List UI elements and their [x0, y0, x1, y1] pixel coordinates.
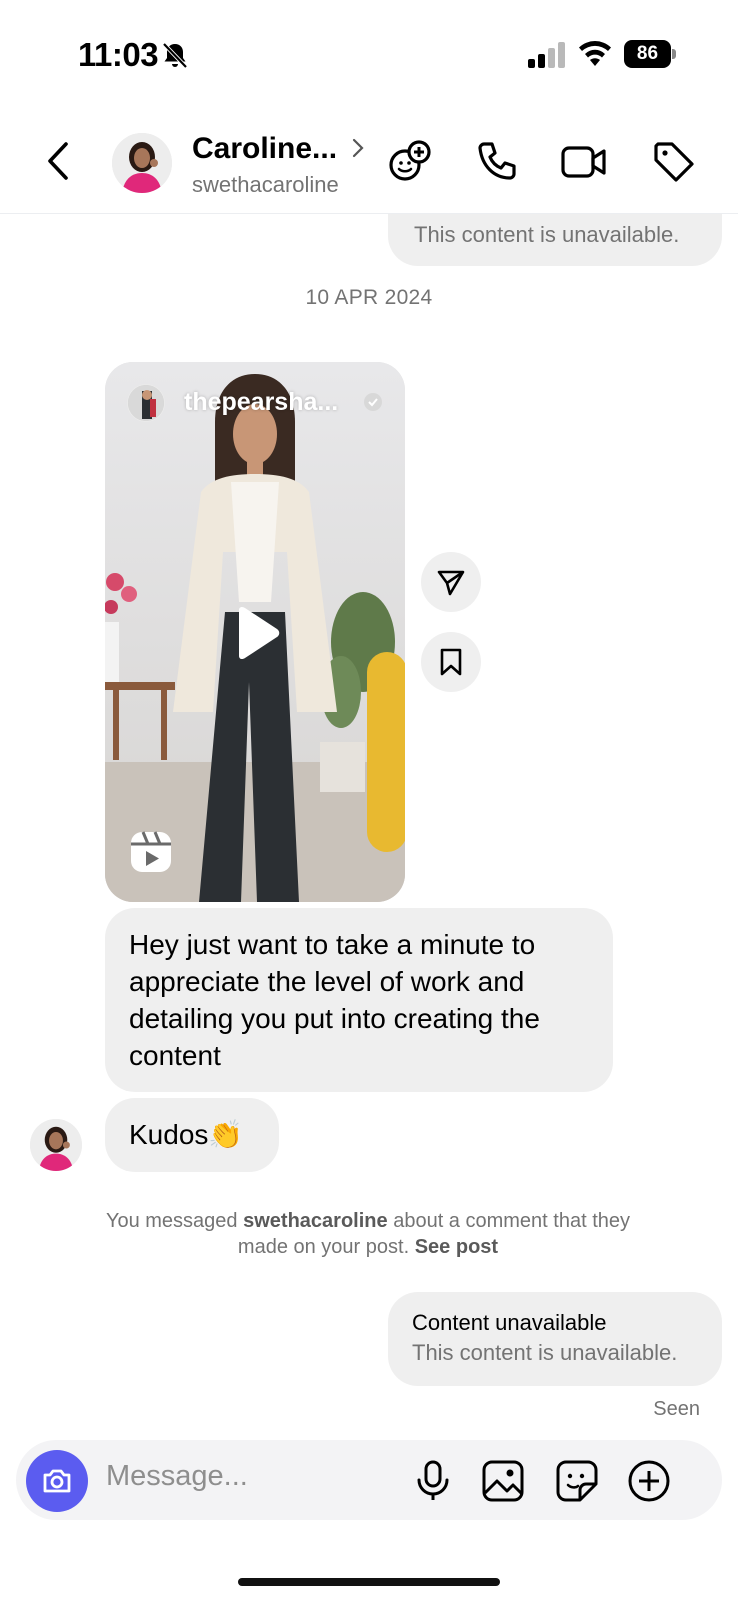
- outgoing-message-partial[interactable]: This content is unavailable.: [388, 214, 722, 266]
- comment-reply-notice: You messaged swethacaroline about a comm…: [90, 1208, 646, 1260]
- status-bar: 11:03 86: [0, 0, 738, 100]
- sticker-icon[interactable]: [554, 1458, 600, 1504]
- wifi-icon: [579, 41, 611, 66]
- reels-icon: [131, 831, 171, 872]
- signal-icon: [528, 42, 565, 68]
- verified-badge-icon: [364, 393, 382, 411]
- gallery-icon[interactable]: [480, 1458, 526, 1504]
- mic-icon[interactable]: [410, 1458, 456, 1504]
- add-effect-icon[interactable]: [386, 138, 434, 186]
- chat-header: Caroline... swethacaroline: [0, 118, 738, 214]
- message-composer: Message...: [16, 1440, 722, 1520]
- back-icon[interactable]: [40, 138, 80, 184]
- chat-thread[interactable]: This content is unavailable. 10 APR 2024: [0, 214, 738, 1440]
- battery-level: 86: [624, 40, 671, 68]
- share-reel-button[interactable]: [421, 552, 481, 612]
- camera-button[interactable]: [26, 1450, 88, 1512]
- battery-indicator: 86: [624, 40, 676, 68]
- save-reel-button[interactable]: [421, 632, 481, 692]
- notice-username[interactable]: swethacaroline: [243, 1210, 388, 1232]
- send-icon: [437, 570, 465, 596]
- home-indicator[interactable]: [238, 1578, 500, 1586]
- bell-off-icon: [162, 42, 188, 69]
- contact-handle[interactable]: swethacaroline: [192, 172, 339, 198]
- date-separator: 10 APR 2024: [305, 286, 433, 309]
- bookmark-icon: [440, 648, 462, 676]
- unavailable-text: This content is unavailable.: [414, 222, 680, 247]
- see-post-link[interactable]: See post: [415, 1236, 498, 1258]
- video-icon[interactable]: [560, 138, 608, 186]
- camera-icon: [43, 1469, 71, 1493]
- outgoing-message[interactable]: Content unavailable This content is unav…: [388, 1292, 722, 1386]
- content-unavailable-title: Content unavailable: [412, 1310, 607, 1335]
- chevron-right-icon[interactable]: [350, 136, 366, 160]
- seen-status: Seen: [653, 1398, 700, 1420]
- incoming-message[interactable]: Hey just want to take a minute to apprec…: [105, 908, 613, 1092]
- play-icon[interactable]: [231, 606, 281, 660]
- tag-icon[interactable]: [650, 138, 698, 186]
- message-input[interactable]: Message...: [106, 1460, 248, 1493]
- incoming-message-kudos[interactable]: Kudos👏: [105, 1098, 279, 1172]
- notice-prefix: You messaged: [105, 1210, 238, 1232]
- shared-reel[interactable]: thepearsha...: [105, 362, 405, 902]
- reel-author-avatar[interactable]: [127, 384, 165, 422]
- content-unavailable-subtitle: This content is unavailable.: [412, 1340, 678, 1365]
- plus-circle-icon[interactable]: [626, 1458, 672, 1504]
- sender-avatar[interactable]: [30, 1119, 82, 1171]
- phone-icon[interactable]: [474, 138, 522, 186]
- status-time: 11:03: [78, 36, 159, 73]
- reel-author-name[interactable]: thepearsha...: [184, 388, 338, 417]
- contact-name[interactable]: Caroline...: [192, 132, 337, 166]
- contact-avatar[interactable]: [112, 133, 172, 193]
